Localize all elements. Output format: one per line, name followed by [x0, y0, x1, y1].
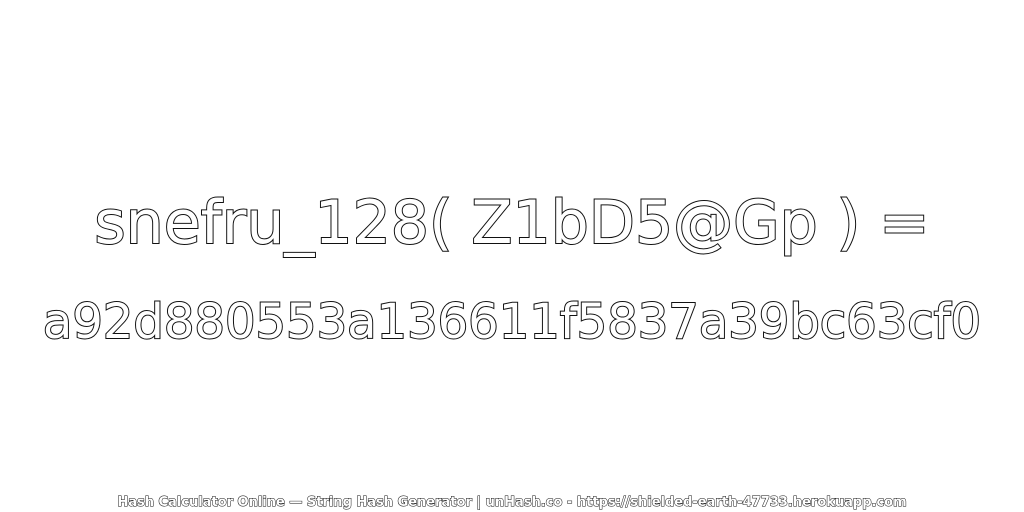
footer-credit: Hash Calculator Online — String Hash Gen… — [117, 495, 907, 511]
hash-result: a92d880553a136611f5837a39bc63cf0 — [42, 293, 982, 351]
hash-expression: snefru_128( Z1bD5@Gp ) = — [93, 187, 930, 259]
canvas: snefru_128( Z1bD5@Gp ) = a92d880553a1366… — [0, 0, 1024, 512]
